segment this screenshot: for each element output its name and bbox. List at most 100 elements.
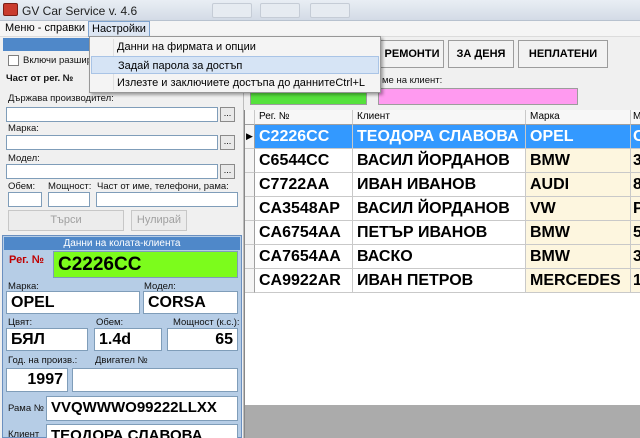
cell-model[interactable]: 1 (631, 269, 640, 293)
menu-item-company-data[interactable]: Данни на фирмата и опции (91, 38, 379, 56)
car-year-field[interactable]: 1997 (6, 368, 68, 392)
title-bar: GV Car Service v. 4.6 (0, 0, 640, 21)
car-volume-label: Обем: (96, 317, 124, 328)
today-button[interactable]: ЗА ДЕНЯ (448, 40, 514, 68)
maker-browse-button[interactable]: ... (220, 107, 235, 122)
column-header-reg[interactable]: Рег. № (255, 110, 353, 125)
cell-brand[interactable]: BMW (526, 149, 631, 173)
menu-item-label: Излезте и заключиете достъпа до данните (117, 77, 336, 89)
app-icon (3, 3, 18, 16)
brand-browse-button[interactable]: ... (220, 135, 235, 150)
cell-reg[interactable]: CA6754AA (255, 221, 353, 245)
row-header[interactable]: ▶ (245, 125, 255, 149)
grid-corner (245, 110, 255, 125)
car-details-panel: Данни на колата-клиента Рег. № C2226CC М… (2, 235, 242, 438)
cell-brand[interactable]: VW (526, 197, 631, 221)
maker-label: Държава производител: (8, 93, 114, 104)
cell-brand[interactable]: OPEL (526, 125, 631, 149)
clients-grid: Рег. № Клиент Марка М ▶C2226CCТЕОДОРА СЛ… (244, 110, 640, 438)
cell-model[interactable]: P (631, 197, 640, 221)
cell-client[interactable]: ВАСКО (353, 245, 526, 269)
car-power-field[interactable]: 65 (167, 328, 238, 351)
car-volume-field[interactable]: 1.4d (94, 328, 162, 351)
brand-input[interactable] (6, 135, 218, 150)
car-reg-label: Рег. № (9, 254, 45, 266)
car-color-label: Цвят: (8, 317, 33, 328)
cell-client[interactable]: ИВАН ПЕТРОВ (353, 269, 526, 293)
background-tab[interactable] (310, 3, 350, 18)
search-button[interactable]: Търси (8, 210, 124, 231)
power-input[interactable] (48, 192, 90, 207)
volume-input[interactable] (8, 192, 42, 207)
row-header[interactable] (245, 269, 255, 293)
column-header-client[interactable]: Клиент (353, 110, 526, 125)
model-input[interactable] (6, 164, 218, 179)
column-header-brand[interactable]: Марка (526, 110, 631, 125)
cell-client[interactable]: ВАСИЛ ЙОРДАНОВ (353, 197, 526, 221)
row-header[interactable] (245, 245, 255, 269)
cell-brand[interactable]: AUDI (526, 173, 631, 197)
reset-button[interactable]: Нулирай (131, 210, 187, 231)
menu-bar: Меню - справки Настройки (0, 21, 640, 37)
menu-item-label: Данни на фирмата и опции (117, 41, 256, 53)
background-tab[interactable] (260, 3, 300, 18)
brand-label: Марка: (8, 123, 39, 134)
cell-model[interactable]: 3 (631, 149, 640, 173)
car-brand-field[interactable]: OPEL (6, 291, 140, 314)
unpaid-button[interactable]: НЕПЛАТЕНИ (518, 40, 608, 68)
row-header[interactable] (245, 221, 255, 245)
model-browse-button[interactable]: ... (220, 164, 235, 179)
cell-client[interactable]: ПЕТЪР ИВАНОВ (353, 221, 526, 245)
cell-client[interactable]: ИВАН ИВАНОВ (353, 173, 526, 197)
maker-input[interactable] (6, 107, 218, 122)
cell-reg[interactable]: CA7654AA (255, 245, 353, 269)
car-year-label: Год. на произв.: (8, 355, 78, 366)
menu-item-lock-exit[interactable]: Излезте и заключиете достъпа до данните … (91, 74, 379, 92)
row-header[interactable] (245, 197, 255, 221)
menu-item-label: Задай парола за достъп (118, 60, 243, 72)
row-header[interactable] (245, 149, 255, 173)
cell-model[interactable]: C (631, 125, 640, 149)
menu-reports[interactable]: Меню - справки (2, 21, 88, 37)
name-part-input[interactable] (96, 192, 238, 207)
car-details-header: Данни на колата-клиента (4, 237, 240, 250)
power-label: Мощност: (48, 181, 92, 192)
cell-brand[interactable]: MERCEDES (526, 269, 631, 293)
cell-reg[interactable]: CA3548AP (255, 197, 353, 221)
cell-reg[interactable]: C7722AA (255, 173, 353, 197)
row-header[interactable] (245, 173, 255, 197)
column-header-model[interactable]: М (631, 110, 640, 125)
cell-model[interactable]: 8 (631, 173, 640, 197)
car-frame-label: Рама № (8, 403, 44, 414)
cell-brand[interactable]: BMW (526, 245, 631, 269)
settings-dropdown: Данни на фирмата и опции Задай парола за… (89, 36, 381, 93)
menu-item-set-password[interactable]: Задай парола за достъп (91, 56, 379, 74)
car-engine-label: Двигател № (95, 355, 148, 366)
cell-client[interactable]: ТЕОДОРА СЛАВОВА (353, 125, 526, 149)
car-model-field[interactable]: CORSA (143, 291, 238, 314)
background-tab[interactable] (212, 3, 252, 18)
car-frame-field[interactable]: VVQWWWO99222LLXX (46, 396, 238, 421)
reg-part-label: Част от рег. № (6, 73, 74, 84)
cell-brand[interactable]: BMW (526, 221, 631, 245)
client-name-label: ме на клиент: (382, 75, 443, 86)
window-title: GV Car Service v. 4.6 (22, 4, 138, 18)
expand-checkbox[interactable] (8, 55, 19, 66)
menu-shortcut: Ctrl+L (335, 77, 365, 89)
cell-client[interactable]: ВАСИЛ ЙОРДАНОВ (353, 149, 526, 173)
cell-reg[interactable]: C6544CC (255, 149, 353, 173)
cell-model[interactable]: 5 (631, 221, 640, 245)
car-reg-field[interactable]: C2226CC (53, 251, 238, 278)
car-client-field[interactable]: ТЕОДОРА СЛАВОВА (46, 424, 238, 438)
volume-label: Обем: (8, 181, 36, 192)
menu-settings[interactable]: Настройки (88, 21, 150, 37)
cell-reg[interactable]: C2226CC (255, 125, 353, 149)
cell-model[interactable]: 3 (631, 245, 640, 269)
model-label: Модел: (8, 153, 40, 164)
car-power-label: Мощност (к.с.): (173, 317, 240, 328)
repairs-button[interactable]: РЕМОНТИ (380, 40, 444, 68)
client-filter-input[interactable] (378, 88, 578, 105)
car-color-field[interactable]: БЯЛ (6, 328, 88, 351)
car-engine-field[interactable] (72, 368, 238, 392)
cell-reg[interactable]: CA9922AR (255, 269, 353, 293)
